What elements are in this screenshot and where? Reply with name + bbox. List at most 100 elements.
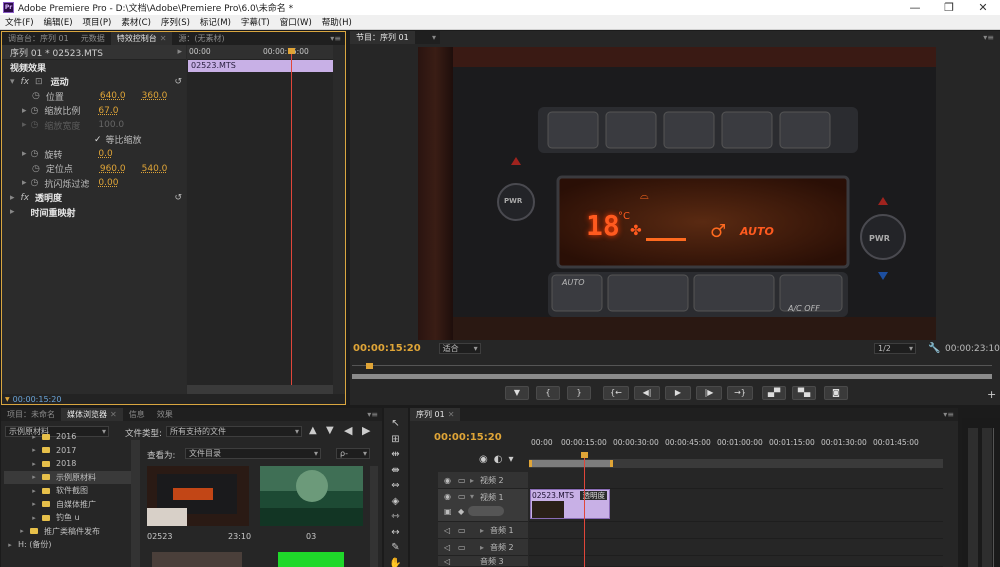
tab-effect-controls[interactable]: 特效控制台 ✕ — [110, 32, 173, 45]
lock-icon[interactable]: ▭ — [458, 526, 466, 535]
mark-in-button[interactable]: { — [536, 386, 560, 400]
track-area-video2[interactable] — [529, 472, 943, 489]
step-back-button[interactable]: ◀| — [634, 386, 660, 400]
thumbnail-02523[interactable] — [147, 466, 249, 526]
collapse-arrow-icon[interactable]: ▾ — [470, 492, 474, 501]
expand-arrow-icon[interactable]: ▸ — [30, 460, 38, 468]
rotation-value[interactable]: 0.0 — [98, 149, 112, 159]
lock-icon[interactable]: ▭ — [458, 543, 466, 552]
slip-tool-icon[interactable]: ⇿ — [386, 509, 405, 525]
file-type-dropdown[interactable]: 所有支持的文件 — [166, 426, 302, 437]
pen-tool-icon[interactable]: ✎ — [386, 540, 405, 556]
marker-icon[interactable]: ◐ — [494, 454, 503, 465]
playhead-handle[interactable] — [288, 48, 295, 54]
lock-icon[interactable]: ▭ — [458, 492, 466, 501]
effect-current-time[interactable]: 00:00:15:20 — [13, 395, 62, 404]
lift-button[interactable]: ▄▀ — [762, 386, 786, 400]
expand-arrow-icon[interactable]: ▸ — [10, 207, 15, 217]
track-area-audio3[interactable] — [529, 556, 943, 567]
zoom-scrollbar[interactable] — [352, 374, 992, 379]
expand-arrow-icon[interactable]: ▸ — [30, 433, 38, 441]
resolution-dropdown[interactable]: 1/2 — [874, 343, 916, 354]
speaker-icon[interactable]: ◁ — [444, 526, 450, 535]
fx-icon[interactable]: fx — [21, 77, 30, 87]
snap-icon[interactable]: ◉ — [479, 454, 488, 465]
eye-icon[interactable]: ◉ — [444, 492, 451, 501]
arrow-down-icon[interactable]: ▼ — [326, 425, 334, 436]
opacity-row[interactable]: ▸ fx 透明度 ↺ — [2, 191, 186, 206]
wrench-icon[interactable]: 🔧 — [928, 343, 940, 354]
tab-sequence-01[interactable]: 序列 01 ✕ — [410, 408, 461, 421]
panel-menu-icon[interactable]: ▾ — [432, 33, 436, 42]
tab-program[interactable]: 节目：序列 01 — [350, 31, 415, 44]
position-y-value[interactable]: 360.0 — [142, 91, 168, 101]
step-forward-button[interactable]: |▶ — [696, 386, 722, 400]
expand-arrow-icon[interactable]: ▸ — [30, 487, 38, 495]
stopwatch-icon[interactable]: ◷ — [31, 178, 39, 188]
expand-arrow-icon[interactable]: ▸ — [22, 178, 27, 188]
expand-arrow-icon[interactable]: ▸ — [22, 149, 27, 159]
tab-metadata[interactable]: 元数据 — [75, 32, 111, 45]
program-playhead-handle[interactable] — [366, 363, 373, 369]
lock-icon[interactable]: ▭ — [458, 476, 466, 485]
timeline-playhead[interactable] — [584, 458, 585, 567]
speaker-icon[interactable]: ◁ — [444, 557, 450, 566]
tab-media-browser[interactable]: 媒体浏览器 ✕ — [61, 408, 123, 421]
timeline-timecode[interactable]: 00:00:15:20 — [434, 432, 502, 443]
track-select-tool-icon[interactable]: ⊞ — [386, 432, 405, 448]
expand-arrow-icon[interactable]: ▸ — [177, 47, 182, 57]
keyframe-nav[interactable] — [468, 506, 504, 516]
keyframe-icon[interactable]: ◆ — [458, 507, 464, 516]
expand-arrow-icon[interactable]: ▸ — [18, 527, 26, 535]
add-marker-icon[interactable]: ▾ — [508, 454, 513, 465]
scale-value[interactable]: 67.0 — [98, 106, 118, 116]
anchor-x-value[interactable]: 960.0 — [100, 164, 126, 174]
uniform-scale-checkbox[interactable]: ✓ — [94, 135, 102, 145]
timeline-clip[interactable]: 02523.MTS 透明度 — [530, 489, 610, 519]
track-area-audio1[interactable] — [529, 522, 943, 539]
tree-item[interactable]: ▸ 2018 — [4, 457, 134, 471]
motion-row[interactable]: ▾ fx ⊡ 运动 ↺ — [2, 75, 186, 90]
menu-clip[interactable]: 素材(C) — [121, 16, 151, 28]
tree-item[interactable]: ▸ 2017 — [4, 444, 134, 458]
effect-clip-bar[interactable]: 02523.MTS — [188, 60, 333, 72]
expand-arrow-icon[interactable]: ▸ — [480, 526, 484, 535]
tab-audio-mixer[interactable]: 调音台：序列 01 — [2, 32, 75, 45]
selection-tool-icon[interactable]: ↖ — [386, 416, 405, 432]
display-style-icon[interactable]: ▣ — [444, 507, 452, 516]
anchor-y-value[interactable]: 540.0 — [142, 164, 168, 174]
menu-help[interactable]: 帮助(H) — [322, 16, 352, 28]
expand-arrow-icon[interactable]: ▸ — [30, 514, 38, 522]
razor-tool-icon[interactable]: ◈ — [386, 494, 405, 510]
menu-window[interactable]: 窗口(W) — [280, 16, 312, 28]
panel-menu-icon[interactable]: ▾≡ — [943, 410, 954, 419]
stopwatch-icon[interactable]: ◷ — [32, 91, 40, 101]
expand-arrow-icon[interactable]: ▸ — [22, 106, 27, 116]
thumb-scrollbar[interactable] — [370, 466, 378, 567]
close-button[interactable]: ✕ — [966, 1, 1000, 14]
minimize-button[interactable]: — — [898, 1, 932, 14]
position-x-value[interactable]: 640.0 — [100, 91, 126, 101]
expand-arrow-icon[interactable]: ▸ — [30, 446, 38, 454]
stopwatch-icon[interactable]: ◷ — [31, 106, 39, 116]
expand-arrow-icon[interactable]: ▸ — [10, 193, 15, 203]
forward-icon[interactable]: ▶ — [362, 424, 370, 437]
menu-file[interactable]: 文件(F) — [5, 16, 34, 28]
add-button-icon[interactable]: + — [987, 388, 996, 401]
flicker-value[interactable]: 0.00 — [98, 178, 118, 188]
tree-item[interactable]: ▸ 2016 — [4, 430, 134, 444]
tree-item[interactable]: ▸ 自媒体推广 — [4, 498, 134, 512]
effect-scrollbar[interactable] — [187, 385, 333, 394]
tab-effects[interactable]: 效果 — [151, 408, 179, 421]
timeline-ruler[interactable]: 00:00 00:00:15:00 00:00:30:00 00:00:45:0… — [529, 432, 943, 472]
back-icon[interactable]: ◀ — [344, 424, 352, 437]
rolling-edit-tool-icon[interactable]: ⇼ — [386, 463, 405, 479]
work-area-bar[interactable] — [529, 460, 613, 467]
extract-button[interactable]: ▀▄ — [792, 386, 816, 400]
view-as-dropdown[interactable]: 文件目录 — [185, 448, 321, 459]
playhead[interactable] — [291, 49, 292, 394]
rate-stretch-tool-icon[interactable]: ⇔ — [386, 478, 405, 494]
program-timebar[interactable] — [352, 360, 992, 380]
tree-item[interactable]: ▸ 软件截图 — [4, 484, 134, 498]
tab-project[interactable]: 项目：未命名 — [1, 408, 61, 421]
